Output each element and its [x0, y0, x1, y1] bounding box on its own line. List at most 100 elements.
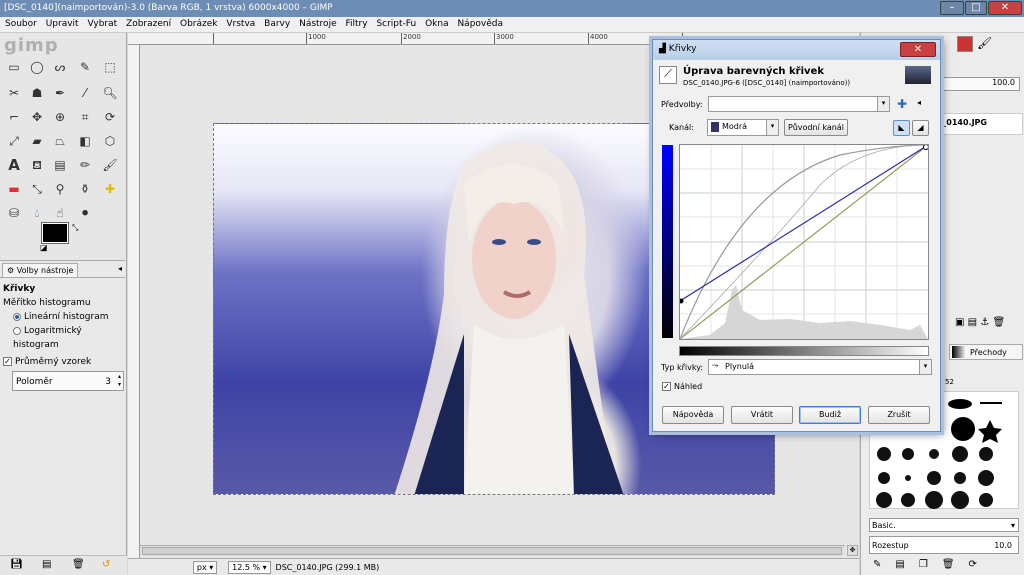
anchor-icon[interactable]: ⚓︎ [980, 317, 989, 328]
dodge-burn-icon[interactable]: ⚫ [75, 203, 95, 223]
duplicate-brush-icon[interactable]: ❐ [919, 559, 942, 570]
help-button[interactable]: Nápověda [662, 406, 724, 424]
rect-select-icon[interactable]: ▭ [4, 57, 24, 77]
color-picker-icon[interactable]: ⁄ [75, 83, 95, 103]
swap-colors-icon[interactable]: ⤡ [72, 223, 78, 233]
perspective-clone-icon[interactable]: ⛁ [4, 203, 24, 223]
tab-gradients[interactable]: Přechody [949, 344, 1023, 360]
flip-icon[interactable]: ◧ [75, 131, 95, 151]
shear-icon[interactable]: ▰ [27, 131, 47, 151]
preset-menu-icon[interactable]: ◂ [917, 98, 921, 107]
unit-value: px [196, 563, 207, 572]
menu-zobrazeni[interactable]: Zobrazení [123, 18, 174, 30]
restore-options-icon[interactable]: ▤ [42, 559, 51, 570]
curve-type-combo[interactable]: ⤳ Plynulá ▾ [708, 359, 932, 375]
brush-preset-select[interactable]: Basic. ▾ [869, 518, 1019, 532]
menu-obrazek[interactable]: Obrázek [177, 18, 221, 30]
toolbox-bottom-bar: 💾︎ ▤ 🗑︎ ↺ [0, 555, 127, 575]
fuzzy-select-icon[interactable]: ✎ [75, 57, 95, 77]
radius-spin[interactable]: Poloměr 3 ▴ ▾ [12, 371, 124, 391]
menu-barvy[interactable]: Barvy [261, 18, 293, 30]
ellipse-select-icon[interactable]: ◯ [27, 57, 47, 77]
ok-button[interactable]: Budiž [799, 406, 861, 424]
menu-nastroje[interactable]: Nástroje [296, 18, 340, 30]
lower-layer-icon[interactable]: ▤ [968, 317, 977, 328]
scissors-icon[interactable]: ✂ [4, 83, 24, 103]
minimize-button[interactable]: – [940, 1, 964, 15]
cage-icon[interactable]: ⬡ [100, 131, 120, 151]
reset-options-icon[interactable]: ↺ [102, 559, 110, 570]
text-tool-icon[interactable]: A [4, 155, 24, 175]
foreground-select-icon[interactable]: ☗ [27, 83, 47, 103]
paths-icon[interactable]: ✒ [50, 83, 70, 103]
curve-graph[interactable] [678, 144, 929, 340]
dialog-close-button[interactable]: ✕ [900, 42, 936, 57]
delete-brush-icon[interactable]: 🗑︎ [942, 559, 969, 570]
menu-script-fu[interactable]: Script-Fu [373, 18, 419, 30]
refresh-brush-icon[interactable]: ⟳ [969, 559, 991, 570]
scroll-thumb[interactable] [142, 547, 842, 555]
clone-icon[interactable]: ⚱ [75, 179, 95, 199]
menu-filtry[interactable]: Filtry [342, 18, 370, 30]
delete-layer-icon[interactable]: 🗑︎ [992, 317, 1005, 328]
horizontal-scrollbar[interactable] [140, 545, 845, 556]
linear-histogram-radio[interactable]: Lineární histogram [3, 310, 122, 324]
tab-tool-options[interactable]: ⚙ Volby nástroje [2, 263, 79, 277]
log-view-icon[interactable]: ◢ [912, 120, 929, 136]
brush-tab-icon[interactable]: 🖌︎ [977, 36, 992, 50]
pencil-icon[interactable]: ✏ [75, 155, 95, 175]
airbrush-icon[interactable]: ⤡ [27, 179, 47, 199]
measure-icon[interactable]: ⌐ [4, 107, 24, 127]
menu-napoveda[interactable]: Nápověda [454, 18, 506, 30]
maximize-button[interactable]: □ [965, 1, 987, 15]
linear-view-icon[interactable]: ◣ [893, 120, 910, 136]
preview-checkbox[interactable]: ✓ Náhled [662, 382, 702, 391]
foreground-color-swatch[interactable] [41, 222, 69, 244]
eraser-icon[interactable]: ▬ [4, 179, 24, 199]
heal-icon[interactable]: ✚ [100, 179, 120, 199]
raise-layer-icon[interactable]: ▣ [955, 317, 964, 328]
smudge-icon[interactable]: ☝ [50, 203, 70, 223]
layers-tab-icon[interactable] [957, 36, 973, 52]
sample-average-checkbox[interactable]: ✓ Průměrný vzorek [3, 355, 122, 369]
menu-vybrat[interactable]: Vybrat [84, 18, 120, 30]
align-icon[interactable]: ⊕ [50, 107, 70, 127]
menu-vrstva[interactable]: Vrstva [223, 18, 258, 30]
channel-combo[interactable]: Modrá ▾ [707, 119, 779, 136]
reset-channel-button[interactable]: Původní kanál [784, 119, 848, 136]
zoom-icon[interactable]: 🔍︎ [100, 83, 120, 103]
bucket-fill-icon[interactable]: ⛾ [27, 155, 47, 175]
add-preset-icon[interactable]: ✚ [897, 97, 907, 111]
menu-soubor[interactable]: Soubor [2, 18, 40, 30]
rotate-icon[interactable]: ⟳ [100, 107, 120, 127]
perspective-icon[interactable]: ⏢ [50, 131, 70, 151]
delete-options-icon[interactable]: 🗑︎ [72, 559, 85, 570]
log-histogram-radio[interactable]: Logaritmický histogram [3, 324, 122, 352]
unit-select[interactable]: px ▾ [192, 561, 218, 574]
edit-brush-icon[interactable]: ✎ [873, 559, 895, 570]
tool-options-tab-label: Volby nástroje [16, 266, 74, 275]
save-options-icon[interactable]: 💾︎ [10, 559, 23, 570]
cancel-button[interactable]: Zrušit [868, 406, 930, 424]
navigate-icon[interactable]: ✥ [847, 545, 858, 556]
panel-menu-icon[interactable]: ◂ [118, 264, 122, 273]
blur-icon[interactable]: 💧︎ [27, 203, 47, 223]
close-button[interactable]: ✕ [988, 1, 1022, 15]
color-select-icon[interactable]: ⬚ [100, 57, 120, 77]
spin-arrows-icon[interactable]: ▴ ▾ [118, 373, 121, 389]
blend-icon[interactable]: ▤ [50, 155, 70, 175]
menu-upravit[interactable]: Upravit [43, 18, 82, 30]
crop-icon[interactable]: ⌗ [75, 107, 95, 127]
lasso-icon[interactable]: ᔕ [50, 57, 70, 77]
default-colors-icon[interactable]: ◪ [40, 243, 48, 252]
menu-okna[interactable]: Okna [422, 18, 452, 30]
reset-button[interactable]: Vrátit [731, 406, 793, 424]
ink-icon[interactable]: ⚲ [50, 179, 70, 199]
new-brush-icon[interactable]: ▤ [895, 559, 918, 570]
presets-combo[interactable]: ▾ [708, 96, 890, 112]
paintbrush-icon[interactable]: 🖌︎ [100, 155, 120, 175]
scale-icon[interactable]: ⤢ [4, 131, 24, 151]
spacing-slider[interactable]: Rozestup 10.0 [869, 536, 1019, 554]
zoom-select[interactable]: 12.5 % ▾ [228, 561, 271, 574]
move-icon[interactable]: ✥ [27, 107, 47, 127]
